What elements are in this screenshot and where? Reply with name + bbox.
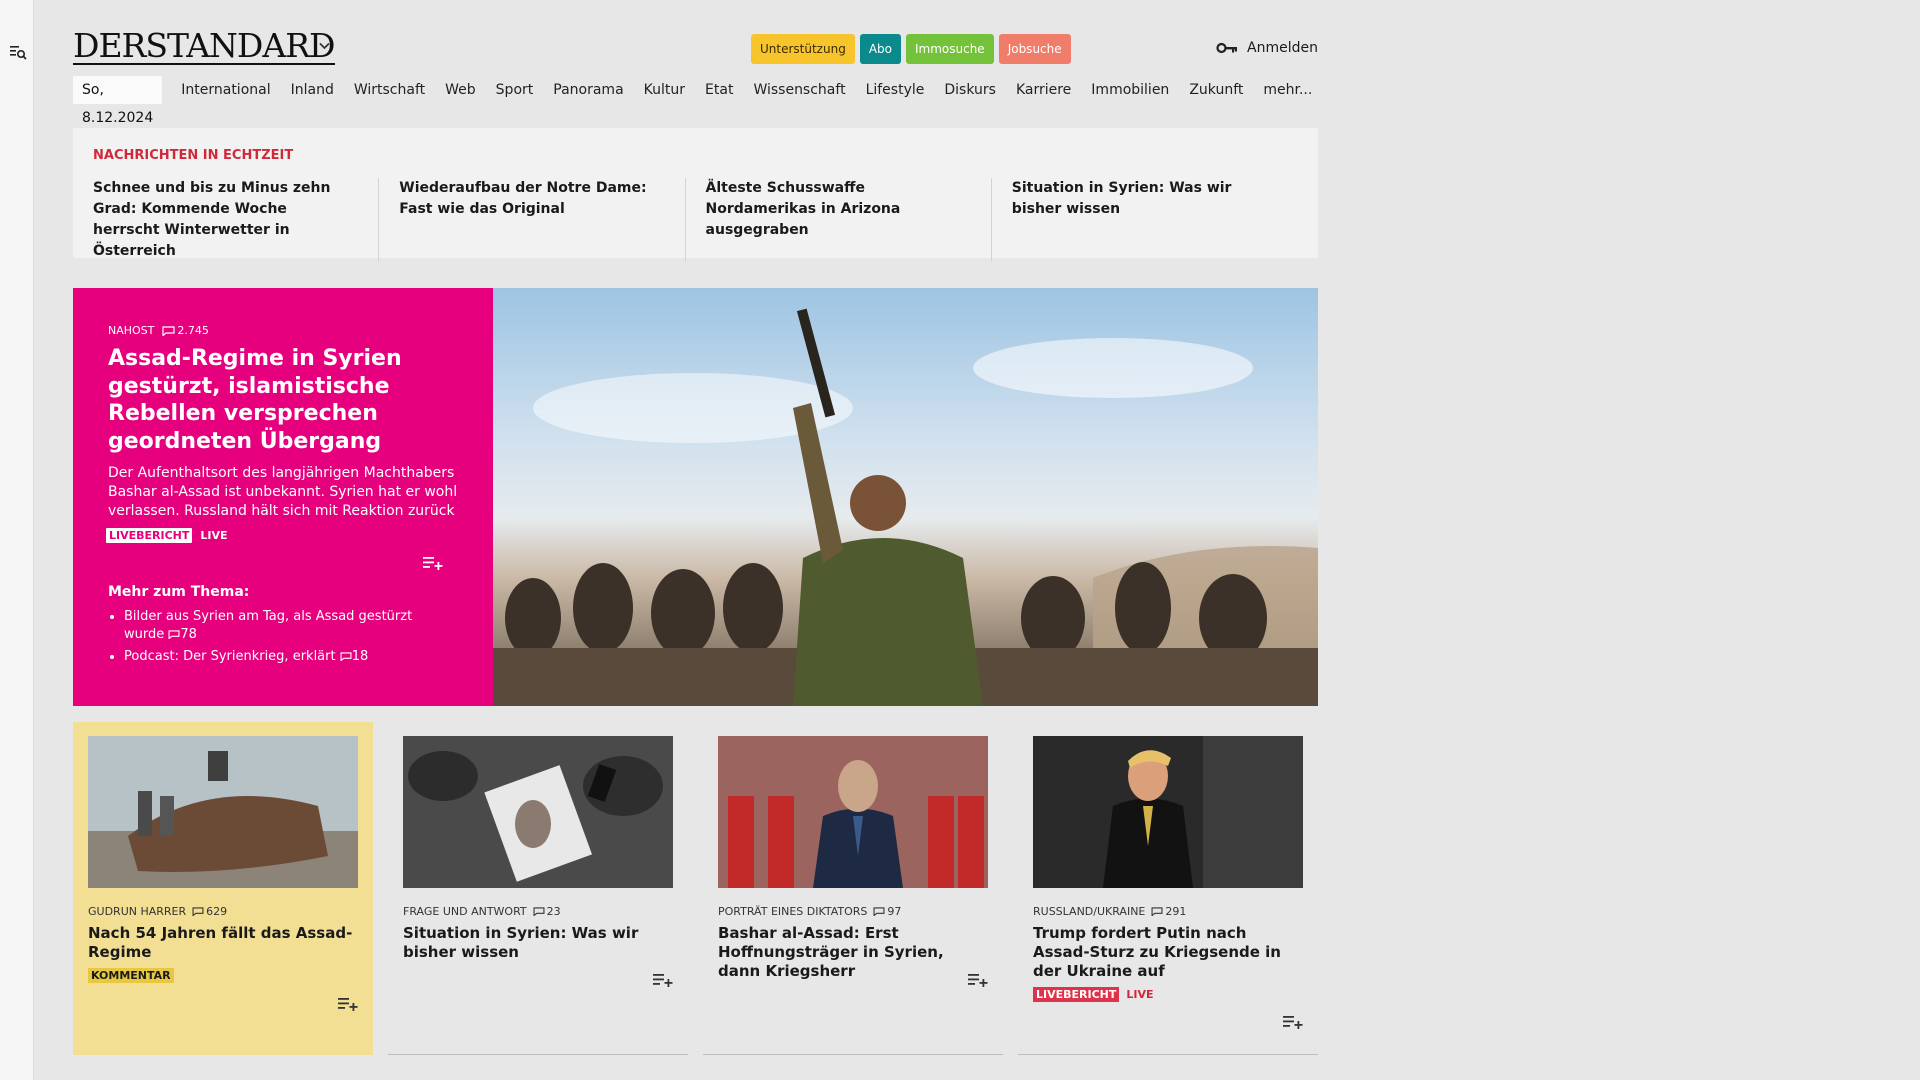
left-sidebar — [0, 0, 34, 1080]
current-date: So, 8.12.2024 — [73, 76, 163, 126]
related-item[interactable]: Podcast: Der Syrienkrieg, erklärt 18 — [124, 648, 454, 666]
site-logo[interactable]: DERSTANDARD — [73, 29, 336, 65]
comment-icon — [1151, 907, 1163, 916]
nav-item-international[interactable]: International — [181, 82, 270, 98]
teaser-kicker[interactable]: PORTRÄT EINES DIKTATORS — [718, 905, 867, 918]
live-badge: LIVEBERICHT — [1033, 987, 1120, 1002]
hero-text-panel: NAHOST 2.745 Assad-Regime in Syrien gest… — [73, 288, 493, 706]
teaser-kicker[interactable]: RUSSLAND/UKRAINE — [1033, 905, 1145, 918]
add-to-playlist-icon[interactable] — [968, 973, 988, 987]
teaser-card[interactable]: GUDRUN HARRER 629 Nach 54 Jahren fällt d… — [73, 722, 373, 1055]
teaser-photo-trump[interactable] — [1033, 736, 1303, 888]
teaser-comment-count[interactable]: 291 — [1165, 905, 1186, 918]
service-pills: Unterstützung Abo Immosuche Jobsuche — [751, 34, 1071, 64]
teaser-photo-trampled-portrait[interactable] — [403, 736, 673, 888]
abo-button[interactable]: Abo — [859, 34, 901, 64]
hero-story: NAHOST 2.745 Assad-Regime in Syrien gest… — [73, 288, 1318, 706]
nav-item-wissenschaft[interactable]: Wissenschaft — [753, 82, 845, 98]
teaser-headline[interactable]: Nach 54 Jahren fällt das Assad-Regime — [88, 924, 358, 962]
breaking-news-item[interactable]: Älteste Schusswaffe Nordamerikas in Ariz… — [706, 178, 992, 262]
breaking-news-label: NACHRICHTEN IN ECHTZEIT — [93, 148, 294, 163]
teaser-card[interactable]: FRAGE UND ANTWORT 23 Situation in Syrien… — [388, 722, 688, 1055]
login-label: Anmelden — [1247, 40, 1318, 56]
nav-item-more[interactable]: mehr... — [1263, 82, 1312, 98]
support-button[interactable]: Unterstützung — [751, 34, 855, 64]
teaser-card[interactable]: RUSSLAND/UKRAINE 291 Trump fordert Putin… — [1018, 722, 1318, 1055]
teaser-kicker[interactable]: FRAGE UND ANTWORT — [403, 905, 527, 918]
teaser-row: GUDRUN HARRER 629 Nach 54 Jahren fällt d… — [73, 722, 1318, 1055]
teaser-photo-toppled-statue[interactable] — [88, 736, 358, 888]
hero-lead: Der Aufenthaltsort des langjährigen Mach… — [108, 465, 458, 519]
chevron-down-icon[interactable] — [319, 42, 330, 50]
comment-icon — [340, 652, 352, 661]
immo-search-button[interactable]: Immosuche — [905, 34, 994, 64]
related-label: Mehr zum Thema: — [108, 584, 250, 600]
kommentar-badge: KOMMENTAR — [88, 968, 174, 983]
breaking-news-item[interactable]: Schnee und bis zu Minus zehn Grad: Komme… — [93, 178, 380, 262]
breaking-news-item[interactable]: Situation in Syrien: Was wir bisher wiss… — [1012, 178, 1298, 262]
teaser-photo-assad-portrait[interactable] — [718, 736, 988, 888]
add-to-playlist-icon[interactable] — [338, 997, 358, 1011]
add-to-playlist-icon[interactable] — [653, 973, 673, 987]
hero-headline[interactable]: Assad-Regime in Syrien gestürzt, islamis… — [108, 345, 458, 455]
related-comment-count: 78 — [180, 627, 197, 642]
comment-icon — [873, 907, 885, 916]
breaking-news-item[interactable]: Wiederaufbau der Notre Dame: Fast wie da… — [399, 178, 686, 262]
nav-item-diskurs[interactable]: Diskurs — [944, 82, 996, 98]
teaser-comment-count[interactable]: 23 — [547, 905, 561, 918]
teaser-headline[interactable]: Trump fordert Putin nach Assad-Sturz zu … — [1033, 924, 1303, 981]
nav-item-inland[interactable]: Inland — [291, 82, 334, 98]
comment-icon — [162, 325, 175, 336]
teaser-card[interactable]: PORTRÄT EINES DIKTATORS 97 Bashar al-Ass… — [703, 722, 1003, 1055]
live-label: LIVE — [1126, 988, 1154, 1001]
hero-comment-count[interactable]: 2.745 — [177, 324, 209, 337]
related-comment-count: 18 — [351, 649, 369, 664]
search-menu-icon[interactable] — [9, 43, 27, 61]
nav-item-zukunft[interactable]: Zukunft — [1189, 82, 1243, 98]
teaser-comment-count[interactable]: 629 — [206, 905, 227, 918]
nav-item-sport[interactable]: Sport — [496, 82, 534, 98]
nav-item-immobilien[interactable]: Immobilien — [1091, 82, 1169, 98]
comment-icon — [192, 907, 204, 916]
comment-icon — [168, 630, 180, 639]
add-to-playlist-icon[interactable] — [1283, 1015, 1303, 1029]
nav-item-web[interactable]: Web — [445, 82, 476, 98]
nav-item-karriere[interactable]: Karriere — [1016, 82, 1071, 98]
related-list: Bilder aus Syrien am Tag, als Assad gest… — [124, 608, 454, 670]
nav-item-wirtschaft[interactable]: Wirtschaft — [354, 82, 425, 98]
breaking-news-box: NACHRICHTEN IN ECHTZEIT Schnee und bis z… — [73, 128, 1318, 262]
teaser-headline[interactable]: Bashar al-Assad: Erst Hoffnungs­träger i… — [718, 924, 988, 981]
live-label: LIVE — [200, 529, 228, 542]
teaser-kicker[interactable]: GUDRUN HARRER — [88, 905, 186, 918]
add-to-playlist-icon[interactable] — [423, 556, 443, 570]
nav-item-lifestyle[interactable]: Lifestyle — [866, 82, 925, 98]
nav-item-panorama[interactable]: Panorama — [553, 82, 623, 98]
hero-photo-celebrating-rebels[interactable] — [493, 288, 1318, 706]
related-item[interactable]: Bilder aus Syrien am Tag, als Assad gest… — [124, 608, 454, 644]
nav-item-etat[interactable]: Etat — [705, 82, 733, 98]
key-icon — [1216, 42, 1238, 54]
hero-category[interactable]: NAHOST — [108, 324, 154, 337]
comment-icon — [533, 907, 545, 916]
live-badge: LIVEBERICHT — [106, 528, 193, 543]
section-nav: So, 8.12.2024 International Inland Wirts… — [73, 76, 1332, 126]
teaser-headline[interactable]: Situation in Syrien: Was wir bisher wiss… — [403, 924, 673, 962]
login-button[interactable]: Anmelden — [1216, 40, 1318, 56]
teaser-comment-count[interactable]: 97 — [887, 905, 901, 918]
job-search-button[interactable]: Jobsuche — [998, 34, 1071, 64]
nav-item-kultur[interactable]: Kultur — [644, 82, 685, 98]
